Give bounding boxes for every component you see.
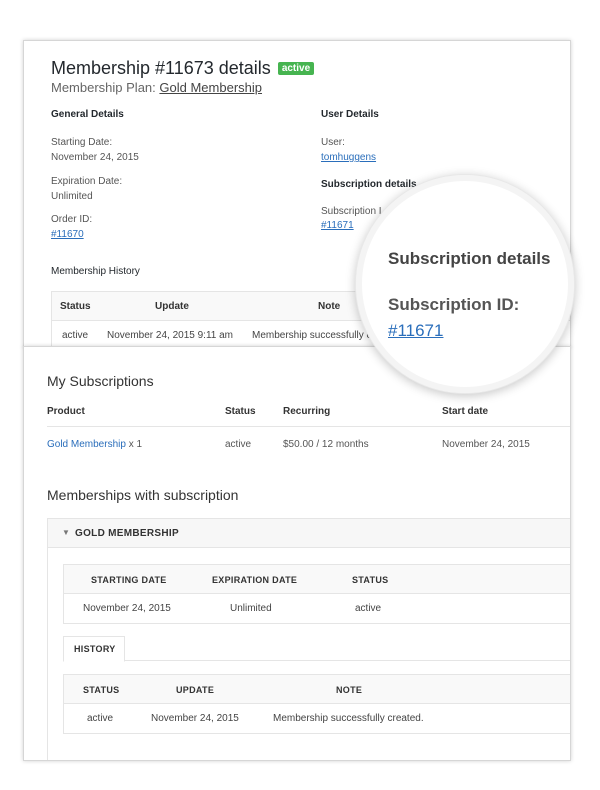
my-account-panel: My Subscriptions Product Status Recurrin…	[23, 346, 571, 761]
accordion-title: GOLD MEMBERSHIP	[75, 528, 179, 539]
memberships-with-subscription-title: Memberships with subscription	[47, 487, 239, 503]
col-recurring: Recurring	[283, 406, 331, 417]
magnified-label: Subscription ID:	[388, 295, 520, 314]
history-update: November 24, 2015 9:11 am	[107, 330, 234, 341]
page-title: Membership #11673 details active	[51, 58, 315, 79]
history-note: Membership successfully c	[252, 330, 372, 341]
subscription-recurring: $50.00 / 12 months	[283, 439, 369, 450]
user-link[interactable]: tomhuggens	[321, 152, 376, 163]
user-label: User:	[321, 137, 345, 148]
triangle-down-icon[interactable]: ▼	[62, 528, 70, 537]
subscription-status: active	[225, 439, 252, 450]
details-expiration-date: Unlimited	[230, 603, 272, 614]
tab-history-label: HISTORY	[74, 644, 116, 654]
col-product: Product	[47, 406, 85, 417]
details-status: active	[355, 603, 382, 614]
col-update: UPDATE	[176, 685, 215, 695]
history-status: active	[62, 330, 89, 341]
col-status: Status	[225, 406, 256, 417]
subscription-id-label: Subscription I	[321, 206, 382, 217]
table-header	[64, 675, 570, 704]
divider	[47, 426, 570, 427]
status-badge: active	[277, 62, 315, 75]
membership-history-heading: Membership History	[51, 266, 140, 277]
membership-accordion: ▼ GOLD MEMBERSHIP STARTING DATE EXPIRATI…	[47, 518, 570, 760]
plan-label: Membership Plan:	[51, 80, 156, 95]
magnified-subscription-link[interactable]: #11671	[388, 321, 443, 341]
magnified-heading: Subscription details	[388, 249, 551, 268]
order-id-link[interactable]: #11670	[51, 229, 84, 240]
tab-divider	[63, 660, 570, 661]
subscription-id-link[interactable]: #11671	[321, 220, 354, 231]
expiration-date-label: Expiration Date:	[51, 176, 123, 187]
history-update: November 24, 2015	[151, 713, 239, 724]
details-starting-date: November 24, 2015	[83, 603, 171, 614]
col-start-date: Start date	[442, 406, 489, 417]
plan-link[interactable]: Gold Membership	[159, 80, 262, 95]
col-note: NOTE	[336, 685, 363, 695]
subscription-start-date: November 24, 2015	[442, 439, 530, 450]
col-expiration-date: EXPIRATION DATE	[212, 575, 298, 585]
history-status: active	[87, 713, 114, 724]
col-status: Status	[60, 301, 91, 312]
my-subscriptions-title: My Subscriptions	[47, 373, 154, 389]
membership-plan: Membership Plan: Gold Membership	[51, 80, 262, 95]
starting-date-label: Starting Date:	[51, 137, 113, 148]
tab-history[interactable]: HISTORY	[63, 636, 125, 662]
col-note: Note	[318, 301, 341, 312]
order-id-label: Order ID:	[51, 214, 93, 225]
starting-date-value: November 24, 2015	[51, 152, 139, 163]
membership-title: Membership #11673 details	[51, 58, 271, 78]
col-status: STATUS	[352, 575, 389, 585]
col-status: STATUS	[83, 685, 120, 695]
product-quantity: x 1	[128, 439, 143, 450]
product-link[interactable]: Gold Membership	[47, 439, 126, 450]
general-details-heading: General Details	[51, 109, 124, 120]
subscription-details-heading: Subscription details	[321, 179, 417, 190]
user-details-heading: User Details	[321, 109, 379, 120]
accordion-header[interactable]: ▼ GOLD MEMBERSHIP	[48, 519, 570, 548]
col-update: Update	[155, 301, 189, 312]
membership-history-table: STATUS UPDATE NOTE active November 24, 2…	[63, 674, 570, 734]
subscription-product: Gold Membership x 1	[47, 439, 142, 450]
magnifier-callout: Subscription details Subscription ID: #1…	[355, 174, 575, 394]
expiration-date-value: Unlimited	[51, 191, 93, 202]
history-note: Membership successfully created.	[273, 713, 424, 724]
membership-details-table: STARTING DATE EXPIRATION DATE STATUS Nov…	[63, 564, 570, 624]
col-starting-date: STARTING DATE	[91, 575, 167, 585]
